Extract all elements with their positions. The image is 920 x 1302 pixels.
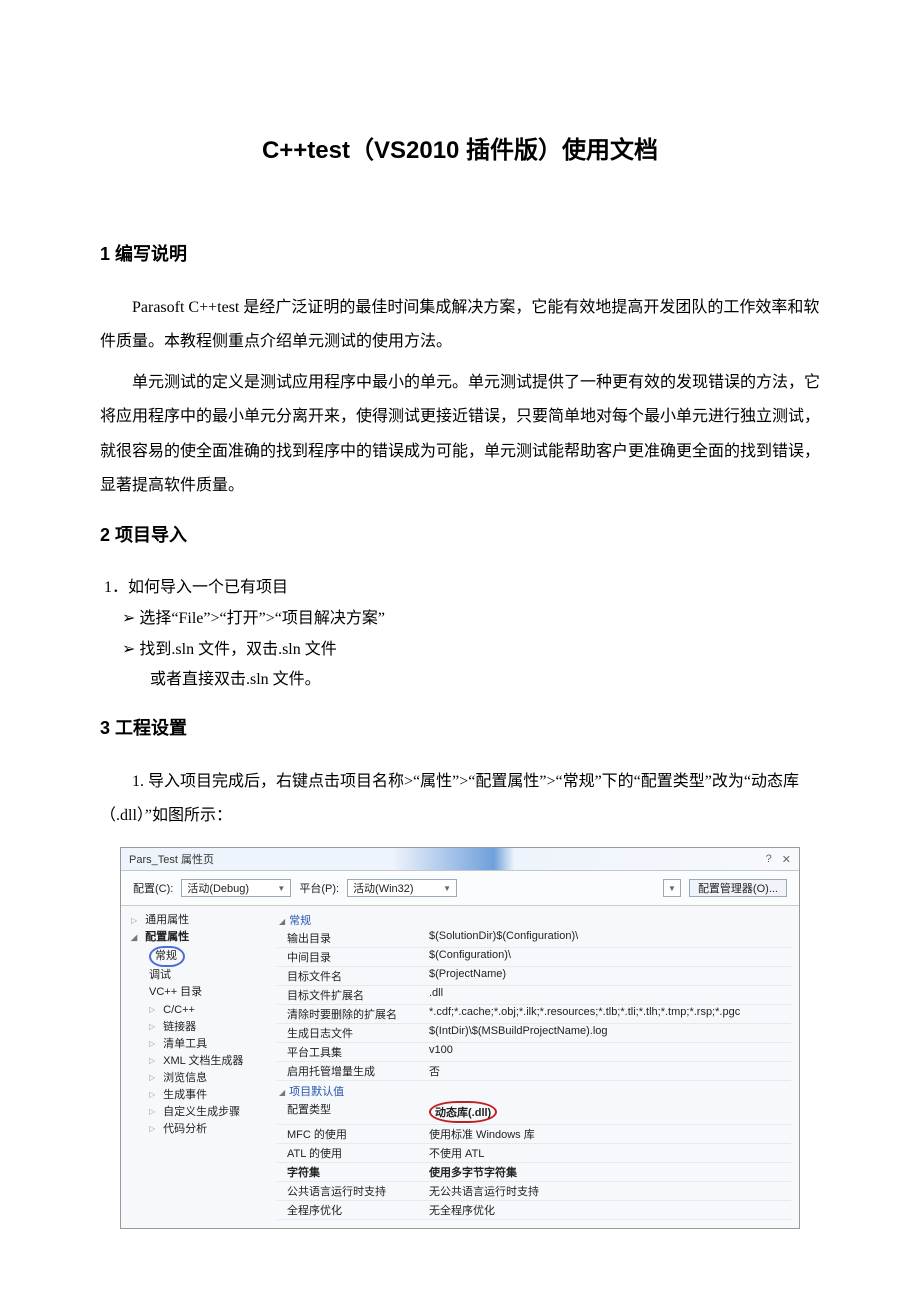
tree-build-events[interactable]: 生成事件: [131, 1087, 269, 1104]
tree-debug[interactable]: 调试: [131, 967, 269, 984]
dialog-titlebar: Pars_Test 属性页 ? ✕: [121, 848, 799, 871]
row-output-dir[interactable]: 输出目录$(SolutionDir)$(Configuration)\: [277, 929, 791, 948]
platform-dropdown[interactable]: 活动(Win32) ▼: [347, 879, 457, 897]
config-value: 活动(Debug): [187, 880, 249, 896]
row-build-log[interactable]: 生成日志文件$(IntDir)\$(MSBuildProjectName).lo…: [277, 1024, 791, 1043]
row-wpo[interactable]: 全程序优化无全程序优化: [277, 1201, 791, 1220]
tree-custom-build[interactable]: 自定义生成步骤: [131, 1104, 269, 1121]
tree-code-analysis[interactable]: 代码分析: [131, 1121, 269, 1138]
row-managed-incremental[interactable]: 启用托管增量生成否: [277, 1062, 791, 1081]
tree-vc-directories[interactable]: VC++ 目录: [131, 984, 269, 1001]
chevron-down-icon: ▼: [443, 884, 451, 893]
row-int-dir[interactable]: 中间目录$(Configuration)\: [277, 948, 791, 967]
config-dropdown[interactable]: 活动(Debug) ▼: [181, 879, 291, 897]
section-1-paragraph-1: Parasoft C++test 是经广泛证明的最佳时间集成解决方案，它能有效地…: [100, 291, 820, 360]
tree-xml-doc[interactable]: XML 文档生成器: [131, 1053, 269, 1070]
help-icon[interactable]: ?: [766, 853, 772, 866]
tree-config-properties[interactable]: 配置属性: [131, 929, 269, 946]
chevron-down-icon: ▼: [277, 884, 285, 893]
tree-common-properties[interactable]: 通用属性: [131, 912, 269, 929]
row-clr[interactable]: 公共语言运行时支持无公共语言运行时支持: [277, 1182, 791, 1201]
group-project-defaults[interactable]: 项目默认值: [277, 1081, 791, 1100]
section-2-bullet-1: ➢ 选择“File”>“打开”>“项目解决方案”: [122, 604, 820, 634]
section-2-heading: 2 项目导入: [100, 521, 820, 547]
config-manager-button[interactable]: 配置管理器(O)...: [689, 879, 787, 897]
section-3-paragraph-1: 1. 导入项目完成后，右键点击项目名称>“属性”>“配置属性”>“常规”下的“配…: [100, 765, 820, 834]
platform-value: 活动(Win32): [353, 880, 414, 896]
property-grid: 常规 输出目录$(SolutionDir)$(Configuration)\ 中…: [269, 906, 799, 1228]
section-2-bullet-2-sub: 或者直接双击.sln 文件。: [150, 665, 820, 695]
section-1-heading: 1 编写说明: [100, 240, 820, 266]
row-clean-ext[interactable]: 清除时要删除的扩展名*.cdf;*.cache;*.obj;*.ilk;*.re…: [277, 1005, 791, 1024]
section-2-bullet-2: ➢ 找到.sln 文件，双击.sln 文件: [122, 635, 820, 665]
section-2-list-item-1: 1．如何导入一个已有项目: [104, 572, 820, 604]
section-3-heading: 3 工程设置: [100, 714, 820, 740]
row-platform-toolset[interactable]: 平台工具集v100: [277, 1043, 791, 1062]
tree-manifest-tool[interactable]: 清单工具: [131, 1036, 269, 1053]
row-mfc[interactable]: MFC 的使用使用标准 Windows 库: [277, 1125, 791, 1144]
chevron-down-icon: ▼: [668, 884, 676, 893]
tree-c-cpp[interactable]: C/C++: [131, 1002, 269, 1019]
dialog-toolbar: 配置(C): 活动(Debug) ▼ 平台(P): 活动(Win32) ▼ ▼ …: [121, 871, 799, 906]
close-icon[interactable]: ✕: [782, 853, 791, 866]
row-charset[interactable]: 字符集使用多字节字符集: [277, 1163, 791, 1182]
config-label: 配置(C):: [133, 880, 173, 896]
tree-general[interactable]: 常规: [131, 946, 269, 967]
row-target-ext[interactable]: 目标文件扩展名.dll: [277, 986, 791, 1005]
row-target-name[interactable]: 目标文件名$(ProjectName): [277, 967, 791, 986]
tree-browse-info[interactable]: 浏览信息: [131, 1070, 269, 1087]
section-1-paragraph-2: 单元测试的定义是测试应用程序中最小的单元。单元测试提供了一种更有效的发现错误的方…: [100, 366, 820, 504]
row-config-type[interactable]: 配置类型动态库(.dll): [277, 1100, 791, 1125]
dialog-title: Pars_Test 属性页: [129, 851, 214, 867]
group-general[interactable]: 常规: [277, 910, 791, 929]
property-page-dialog: Pars_Test 属性页 ? ✕ 配置(C): 活动(Debug) ▼ 平台(…: [120, 847, 800, 1229]
platform-extra-dropdown[interactable]: ▼: [663, 879, 681, 897]
tree-linker[interactable]: 链接器: [131, 1019, 269, 1036]
platform-label: 平台(P):: [299, 880, 339, 896]
row-atl[interactable]: ATL 的使用不使用 ATL: [277, 1144, 791, 1163]
property-tree[interactable]: 通用属性 配置属性 常规 调试 VC++ 目录 C/C++ 链接器 清单工具 X…: [121, 906, 269, 1228]
document-title: C++test（VS2010 插件版）使用文档: [100, 130, 820, 165]
